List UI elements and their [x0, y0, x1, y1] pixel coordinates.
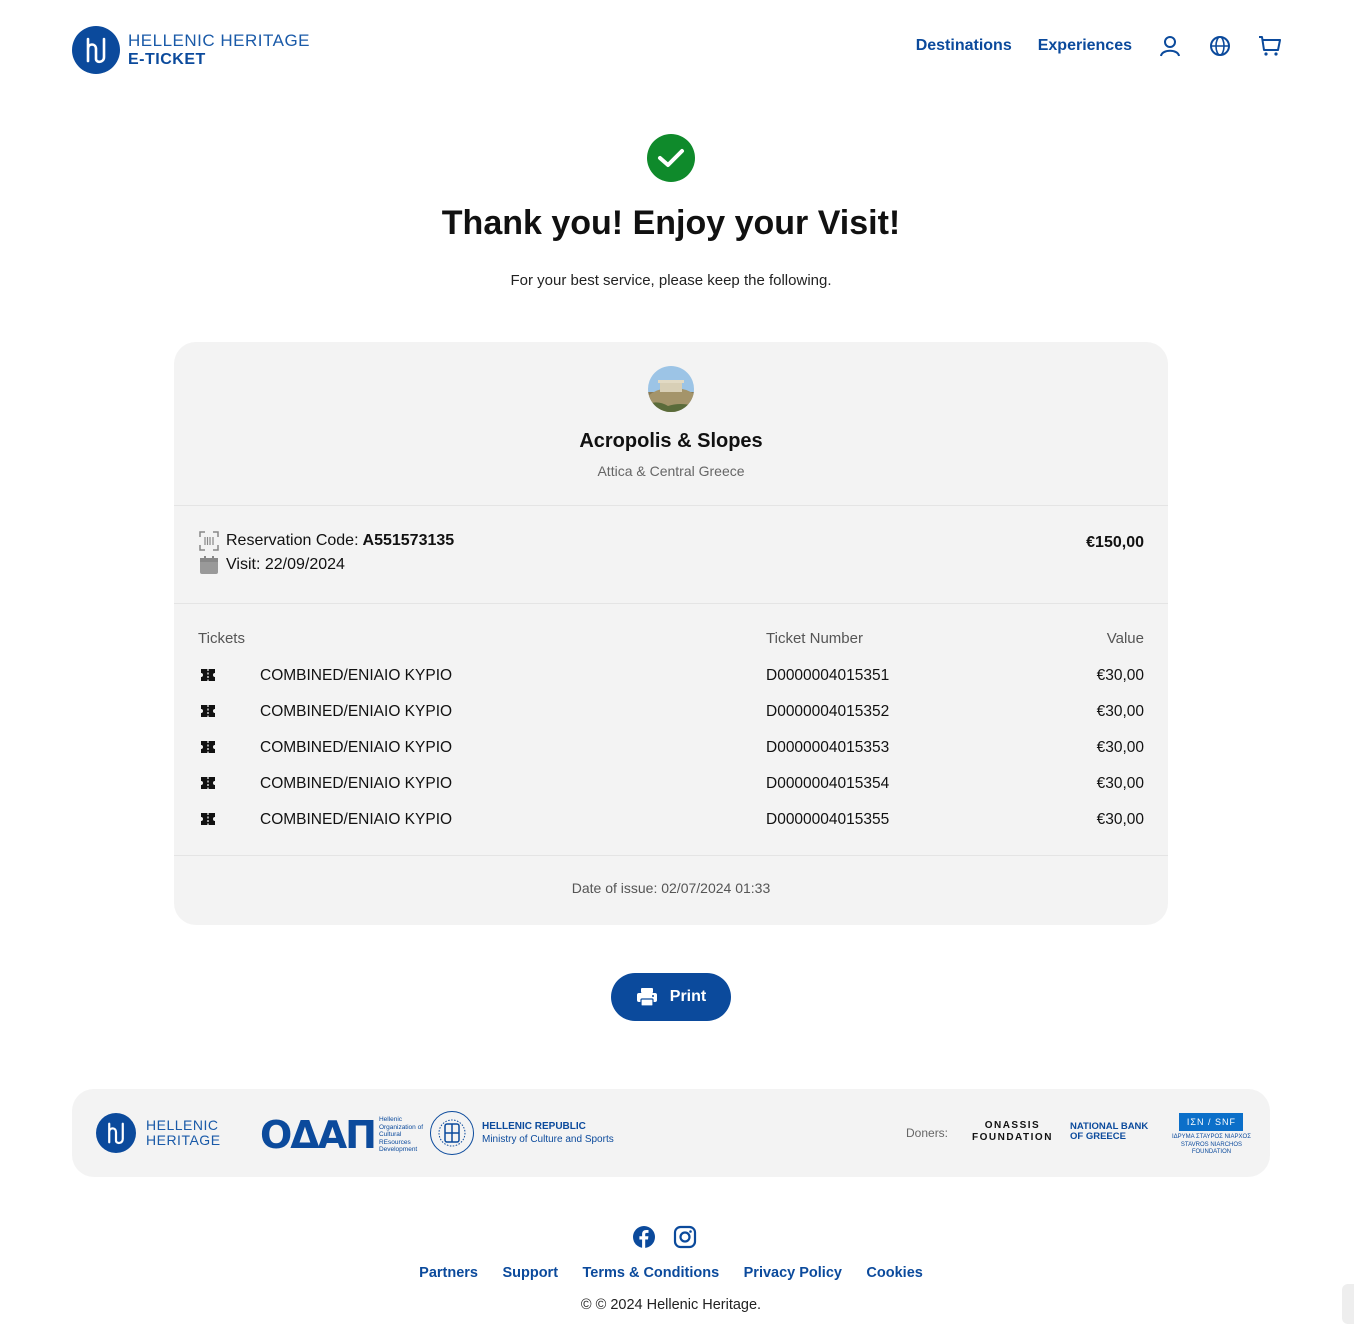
snf-line: FOUNDATION	[1191, 1149, 1232, 1155]
site-thumbnail	[648, 366, 694, 412]
logo-mark-icon	[96, 1113, 136, 1153]
ticket-number: D0000004015355	[766, 811, 890, 828]
reservation-code-label: Reservation Code:	[226, 532, 359, 549]
hellenic-heritage-logo[interactable]: HELLENIC HERITAGE	[96, 1113, 221, 1153]
ticket-name: COMBINED/ENIAIO KYPIO	[260, 811, 453, 828]
greek-seal-icon	[430, 1111, 474, 1155]
print-button[interactable]: Print	[611, 973, 731, 1021]
odap-logo[interactable]: ΟΔΑΠ Hellenic Organization of Cultural R…	[260, 1113, 423, 1157]
onassis-line: FOUNDATION	[972, 1132, 1053, 1143]
printer-icon	[636, 987, 658, 1007]
nav-experiences[interactable]: Experiences	[1038, 37, 1132, 55]
snf-line: ΙΔΡΥΜΑ ΣΤΑΥΡΟΣ ΝΙΑΡΧΟΣ	[1172, 1134, 1251, 1140]
ticket-name: COMBINED/ENIAIO KYPIO	[260, 775, 453, 792]
user-icon[interactable]	[1158, 34, 1182, 58]
print-button-label: Print	[669, 988, 707, 1005]
odap-text-line: REsources	[378, 1138, 411, 1146]
ticket-number: D0000004015351	[766, 667, 890, 684]
footer-link-partners[interactable]: Partners	[419, 1265, 478, 1281]
hellenic-republic-logo[interactable]: HELLENIC REPUBLIC Ministry of Culture an…	[430, 1111, 614, 1155]
reservation-total: €150,00	[1086, 534, 1144, 551]
visit-date: Visit: 22/09/2024	[226, 556, 345, 573]
odap-text-line: Cultural	[378, 1131, 402, 1139]
ticket-value: €30,00	[1096, 775, 1144, 792]
ticket-number: D0000004015352	[766, 703, 890, 720]
col-header-tickets: Tickets	[198, 630, 245, 647]
ticket-card: Acropolis & Slopes Attica & Central Gree…	[174, 342, 1168, 925]
page-title: Thank you! Enjoy your Visit!	[441, 204, 901, 242]
logo-mark-icon	[72, 26, 120, 74]
issue-date: Date of issue: 02/07/2024 01:33	[571, 880, 771, 896]
barcode-icon	[198, 530, 220, 552]
reservation-code: A551573135	[362, 532, 455, 549]
table-row: COMBINED/ENIAIO KYPIO D0000004015351 €30…	[174, 665, 1168, 689]
site-name: Acropolis & Slopes	[579, 430, 763, 452]
calendar-icon	[198, 554, 220, 576]
ticket-name: COMBINED/ENIAIO KYPIO	[260, 739, 453, 756]
ticket-icon	[200, 776, 216, 795]
ticket-number: D0000004015353	[766, 739, 890, 756]
table-row: COMBINED/ENIAIO KYPIO D0000004015352 €30…	[174, 701, 1168, 725]
copyright: © © 2024 Hellenic Heritage.	[580, 1297, 762, 1313]
odap-mark: ΟΔΑΠ	[260, 1113, 377, 1157]
table-row: COMBINED/ENIAIO KYPIO D0000004015355 €30…	[174, 809, 1168, 833]
logo-line2: E-TICKET	[128, 51, 206, 68]
ticket-number: D0000004015354	[766, 775, 890, 792]
globe-icon[interactable]	[1208, 34, 1232, 58]
ticket-icon	[200, 668, 216, 687]
success-check-icon	[647, 134, 695, 182]
ticket-icon	[200, 740, 216, 759]
reservation-code-row: Reservation Code: A551573135	[198, 530, 454, 552]
side-feedback-tab[interactable]	[1342, 1284, 1354, 1324]
hh-line2: HERITAGE	[146, 1132, 221, 1148]
page-subtitle: For your best service, please keep the f…	[510, 272, 832, 289]
visit-date-row: Visit: 22/09/2024	[198, 554, 345, 576]
instagram-icon[interactable]	[673, 1225, 697, 1249]
ticket-value: €30,00	[1096, 667, 1144, 684]
ticket-value: €30,00	[1096, 811, 1144, 828]
footer-link-privacy[interactable]: Privacy Policy	[744, 1265, 842, 1281]
footer-link-cookies[interactable]: Cookies	[866, 1265, 922, 1281]
footer-links: Partners Support Terms & Conditions Priv…	[0, 1264, 1342, 1282]
hh-line1: HELLENIC	[146, 1117, 219, 1133]
republic-line2: Ministry of Culture and Sports	[482, 1134, 614, 1145]
footer-link-support[interactable]: Support	[502, 1265, 558, 1281]
sponsors-bar: HELLENIC HERITAGE ΟΔΑΠ Hellenic Organiza…	[72, 1089, 1270, 1177]
cart-icon[interactable]	[1258, 34, 1282, 58]
brand-logo[interactable]: HELLENIC HERITAGE E-TICKET	[72, 26, 310, 74]
odap-text-line: Hellenic	[378, 1116, 403, 1124]
table-row: COMBINED/ENIAIO KYPIO D0000004015353 €30…	[174, 737, 1168, 761]
nbg-line: OF GREECE	[1070, 1131, 1126, 1142]
ticket-icon	[200, 812, 216, 831]
footer-link-terms[interactable]: Terms & Conditions	[582, 1265, 719, 1281]
nbg-logo[interactable]: NATIONAL BANK OF GREECE	[1070, 1122, 1148, 1142]
snf-line: STAVROS NIARCHOS	[1180, 1141, 1243, 1148]
odap-text-line: Organization of	[378, 1123, 424, 1131]
logo-line1: HELLENIC HERITAGE	[128, 31, 311, 50]
col-header-value: Value	[1106, 630, 1144, 647]
ticket-value: €30,00	[1096, 739, 1144, 756]
site-header: HELLENIC HERITAGE E-TICKET Destinations …	[72, 24, 1282, 76]
ticket-name: COMBINED/ENIAIO KYPIO	[260, 667, 453, 684]
facebook-icon[interactable]	[632, 1225, 656, 1249]
reservation-section: Reservation Code: A551573135 Visit: 22/0…	[174, 506, 1168, 604]
nav-destinations[interactable]: Destinations	[916, 37, 1012, 55]
site-header-section: Acropolis & Slopes Attica & Central Gree…	[174, 342, 1168, 506]
republic-line1: HELLENIC REPUBLIC	[482, 1121, 586, 1132]
donors-label: Doners:	[906, 1126, 949, 1140]
tickets-table: Tickets Ticket Number Value COMBINED/ENI…	[174, 604, 1168, 856]
site-region: Attica & Central Greece	[597, 463, 745, 479]
onassis-logo[interactable]: ONASSIS FOUNDATION	[972, 1120, 1053, 1144]
main-nav: Destinations Experiences	[890, 34, 1282, 58]
onassis-line: ONASSIS	[984, 1120, 1041, 1131]
social-links	[632, 1225, 714, 1249]
col-header-ticket-number: Ticket Number	[766, 630, 863, 647]
snf-logo[interactable]: ΙΣΝ / SNF ΙΔΡΥΜΑ ΣΤΑΥΡΟΣ ΝΙΑΡΧΟΣ STAVROS…	[1172, 1113, 1251, 1157]
ticket-icon	[200, 704, 216, 723]
table-row: COMBINED/ENIAIO KYPIO D0000004015354 €30…	[174, 773, 1168, 797]
ticket-value: €30,00	[1096, 703, 1144, 720]
ticket-name: COMBINED/ENIAIO KYPIO	[260, 703, 453, 720]
odap-text-line: Development	[378, 1146, 418, 1154]
snf-mark: ΙΣΝ / SNF	[1179, 1113, 1244, 1131]
